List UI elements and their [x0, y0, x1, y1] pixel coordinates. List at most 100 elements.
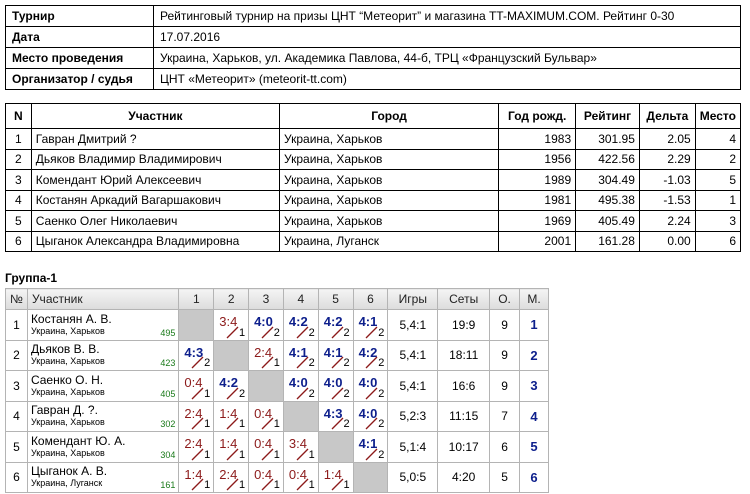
participant-cell: 4: [5, 189, 32, 211]
group-header-cell: 6: [352, 288, 389, 310]
match-result-cell: 2:4 1: [178, 400, 215, 432]
diagonal-cell: [248, 370, 284, 402]
match-points: 1: [204, 448, 211, 461]
group-header-cell: 3: [248, 288, 284, 310]
match-points: 2: [378, 387, 385, 400]
info-row: Организатор / судья ЦНТ «Метеорит» (meteo…: [5, 68, 741, 90]
participant-cell: 3: [5, 169, 32, 191]
participant-cell: 3: [694, 210, 742, 232]
participants-header-cell: N: [5, 103, 32, 129]
match-result-cell: 0:4 1: [282, 461, 319, 493]
player-city: Украина, Харьков: [30, 356, 105, 367]
group-header-cell: Игры: [387, 288, 439, 310]
group-row-number: 3: [5, 370, 28, 402]
participant-cell: 5: [5, 210, 32, 232]
player-rating: 495: [160, 327, 176, 338]
info-row: Турнир Рейтинговый турнир на призы ЦНТ “М…: [5, 5, 741, 27]
match-points: 2: [343, 357, 350, 369]
group-row-number: 1: [5, 309, 28, 341]
group-place: 5: [519, 431, 549, 463]
participant-cell: 301.95: [575, 128, 640, 150]
group-sets: 19:9: [437, 309, 491, 341]
group-sets: 4:20: [437, 461, 491, 493]
participant-cell: Костанян Аркадий Вагаршакович: [30, 189, 281, 211]
group-row: 6 Цыганок А. В. Украина, Луганск 161 1:4 1 2:4…: [5, 461, 549, 493]
diagonal-cell: [178, 309, 215, 341]
match-result-cell: 2:4 1: [213, 461, 250, 493]
player-name: Дьяков В. В.: [30, 342, 100, 357]
group-header-cell: 2: [213, 288, 250, 310]
group-header-cell: М.: [519, 288, 549, 310]
match-result-cell: 4:0 2: [317, 370, 354, 402]
match-points: 2: [204, 357, 211, 369]
participants-table: N Участник Город Год рожд. Рейтинг Дельта Мест…: [5, 103, 742, 252]
match-result-cell: 4:2 2: [352, 339, 389, 371]
group-player-cell: Саенко О. Н. Украина, Харьков 405: [26, 370, 180, 402]
participant-cell: 1956: [498, 148, 577, 170]
match-points: 1: [238, 479, 246, 491]
group-sets: 18:11: [437, 339, 491, 371]
group-header-cell: Участник: [26, 288, 180, 310]
info-value: 17.07.2016: [153, 26, 741, 48]
match-result-cell: 4:0 2: [352, 400, 389, 432]
participants-header-cell: Дельта: [638, 103, 696, 129]
participant-cell: 161.28: [575, 230, 640, 252]
match-result-cell: 4:3 2: [178, 339, 215, 371]
group-points: 6: [489, 431, 520, 463]
participant-cell: 0.00: [638, 230, 696, 252]
player-city: Украина, Харьков: [30, 386, 105, 397]
match-points: 1: [343, 479, 350, 491]
participant-cell: Украина, Харьков: [279, 169, 500, 191]
participants-header-cell: Участник: [30, 103, 281, 129]
match-result-cell: 0:4 1: [248, 400, 284, 432]
group-row-number: 5: [5, 431, 28, 463]
match-points: 2: [378, 448, 385, 461]
participant-cell: Украина, Харьков: [279, 189, 500, 211]
match-result-cell: 4:2 2: [317, 309, 354, 341]
player-name: Костанян А. В.: [30, 311, 112, 326]
match-result-cell: 0:4 1: [248, 461, 284, 493]
group-header-cell: 4: [282, 288, 319, 310]
group-row: 3 Саенко О. Н. Украина, Харьков 405 0:4 1 4:2 2…: [5, 370, 549, 402]
info-label: Место проведения: [5, 47, 154, 69]
match-points: 2: [343, 326, 350, 339]
match-points: 2: [273, 326, 280, 339]
match-points: 1: [308, 448, 315, 461]
match-result-cell: 3:4 1: [213, 309, 250, 341]
match-points: 1: [204, 387, 211, 400]
participant-cell: 2.29: [638, 148, 696, 170]
participant-cell: 304.49: [575, 169, 640, 191]
participant-cell: Комендант Юрий Алексеевич: [30, 169, 281, 191]
match-points: 1: [273, 448, 280, 461]
info-row: Место проведения Украина, Харьков, ул. Ак…: [5, 47, 741, 69]
group-games: 5,4:1: [387, 370, 439, 402]
group-games: 5,1:4: [387, 431, 439, 463]
group-row: 2 Дьяков В. В. Украина, Харьков 423 4:3 2 2:4 1…: [5, 339, 549, 371]
match-points: 2: [343, 387, 350, 400]
match-points: 2: [308, 326, 315, 339]
group-row: 5 Комендант Ю. А. Украина, Харьков 304 2:4 1 1…: [5, 431, 549, 463]
participant-cell: 2: [694, 148, 742, 170]
group-games: 5,2:3: [387, 400, 439, 432]
participant-cell: Дьяков Владимир Владимирович: [30, 148, 281, 170]
match-result-cell: 2:4 1: [178, 431, 215, 463]
group-sets: 16:6: [437, 370, 491, 402]
group-sets: 10:17: [437, 431, 491, 463]
diagonal-cell: [317, 431, 354, 463]
match-result-cell: 4:0 2: [352, 370, 389, 402]
match-result-cell: 4:0 2: [282, 370, 319, 402]
group-player-cell: Костанян А. В. Украина, Харьков 495: [26, 309, 180, 341]
match-points: 2: [308, 357, 315, 369]
participant-row: 5 Саенко Олег Николаевич Украина, Харьков 1…: [5, 210, 742, 232]
diagonal-cell: [352, 461, 389, 493]
group-player-cell: Гавран Д. ?. Украина, Харьков 302: [26, 400, 180, 432]
participant-cell: 495.38: [575, 189, 640, 211]
info-row: Дата 17.07.2016: [5, 26, 741, 48]
player-city: Украина, Харьков: [30, 325, 105, 336]
group-header-cell: Сеты: [437, 288, 491, 310]
player-name: Гавран Д. ?.: [30, 403, 98, 418]
match-points: 2: [238, 387, 246, 400]
group-player-cell: Дьяков В. В. Украина, Харьков 423: [26, 339, 180, 371]
group-games: 5,0:5: [387, 461, 439, 493]
player-name: Саенко О. Н.: [30, 372, 104, 387]
